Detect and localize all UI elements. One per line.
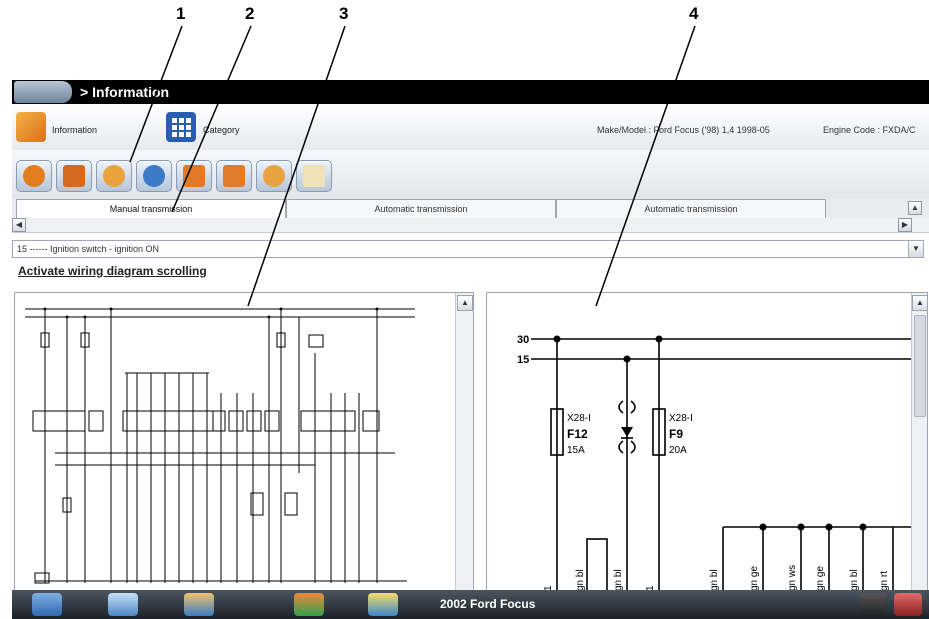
print-icon[interactable] [216, 160, 252, 192]
fuse-f12-id: F12 [567, 427, 588, 441]
fuse-f12-rating: 15A [567, 445, 585, 456]
bus-label-30: 30 [517, 334, 529, 346]
detail-diagram-panel: 30 15 X28-I F12 15A X28-I F9 20A 1 gn bl… [486, 292, 928, 592]
overview-scroll-up-button[interactable]: ▲ [457, 295, 473, 311]
detail-scroll-up-button[interactable]: ▲ [912, 295, 928, 311]
app-logo[interactable] [14, 81, 72, 103]
home-icon[interactable] [32, 593, 62, 616]
category-icon[interactable] [166, 112, 196, 142]
information-task-icon[interactable] [368, 593, 398, 616]
wire-label: gn ge [815, 566, 826, 591]
tab-bar: Manual transmission Automatic transmissi… [12, 198, 929, 219]
connector-icon[interactable] [96, 160, 132, 192]
wire-label: gn ws [787, 565, 798, 591]
callout-4: 4 [689, 4, 699, 23]
overview-wiring-diagram [25, 307, 415, 584]
tab-manual-transmission[interactable]: Manual transmission [16, 199, 286, 218]
detail-scroll-thumb[interactable] [914, 315, 926, 417]
fuse-f12-connector: X28-I [567, 413, 591, 424]
wire-label: gn rt [879, 571, 890, 591]
callout-1: 1 [176, 4, 186, 23]
tab-automatic-transmission-2[interactable]: Automatic transmission [556, 199, 826, 218]
book-icon[interactable] [56, 160, 92, 192]
tools-icon[interactable] [256, 160, 292, 192]
overview-vertical-scrollbar[interactable]: ▲ [455, 293, 473, 591]
wire-label: gn ge [749, 566, 760, 591]
search-icon[interactable] [136, 160, 172, 192]
information-label[interactable]: Information [52, 125, 97, 135]
engine-code: Engine Code : FXDA/C [823, 125, 916, 135]
activate-scrolling-link[interactable]: Activate wiring diagram scrolling [18, 264, 207, 278]
wire-label: gn bl [575, 569, 586, 591]
bus-label-15: 15 [517, 354, 529, 366]
tools-icon[interactable] [184, 593, 214, 616]
scroll-right-button[interactable]: ▶ [898, 218, 912, 232]
category-label[interactable]: Category [203, 125, 240, 135]
battery-icon [894, 593, 922, 616]
edit-icon[interactable] [176, 160, 212, 192]
vehicle-data-icon[interactable] [108, 593, 138, 616]
document-icon[interactable] [296, 160, 332, 192]
wire-label: gn bl [613, 569, 624, 591]
breadcrumb: > Information [80, 84, 170, 100]
wire-label: gn bl [709, 569, 720, 591]
fuse-f9-id: F9 [669, 427, 683, 441]
vehicle-label: 2002 Ford Focus [440, 597, 536, 611]
callout-2: 2 [245, 4, 255, 23]
fuse-f9-connector: X28-I [669, 413, 693, 424]
header-bar [12, 104, 929, 151]
fuse-f9-rating: 20A [669, 445, 687, 456]
overview-diagram-panel: ▲ [14, 292, 474, 592]
toolbar [12, 150, 929, 198]
guided-component-test-icon[interactable] [294, 593, 324, 616]
detail-wiring-diagram: 30 15 X28-I F12 15A X28-I F9 20A 1 gn bl… [517, 334, 911, 591]
circuit-select[interactable]: 15 ------ Ignition switch - ignition ON … [12, 240, 924, 258]
make-model: Make/Model : Ford Focus ('98) 1,4 1998-0… [597, 125, 770, 135]
chevron-down-icon[interactable]: ▼ [908, 241, 923, 257]
scroll-left-button[interactable]: ◀ [12, 218, 26, 232]
information-icon[interactable] [16, 112, 46, 142]
wireless-icon[interactable] [860, 593, 886, 616]
tab-automatic-transmission-1[interactable]: Automatic transmission [286, 199, 556, 218]
callout-3: 3 [339, 4, 349, 23]
detail-vertical-scrollbar[interactable]: ▲ [911, 293, 928, 591]
wire-label: gn bl [849, 569, 860, 591]
circuit-select-value: 15 ------ Ignition switch - ignition ON [17, 244, 160, 254]
help-icon[interactable] [16, 160, 52, 192]
tab-scrollbar[interactable]: ◀ ▶ [12, 218, 929, 233]
tab-scroll-up-button[interactable]: ▲ [908, 201, 922, 215]
